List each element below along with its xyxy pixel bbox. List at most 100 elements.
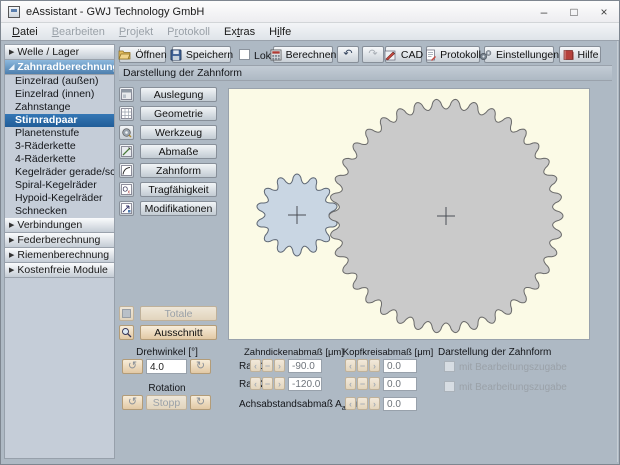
- achsabstand-input[interactable]: 0.0: [383, 397, 417, 411]
- stepper-right-button[interactable]: ›: [369, 397, 380, 410]
- werkzeug-button[interactable]: Werkzeug: [140, 125, 217, 140]
- stepper-mid-button[interactable]: −: [262, 377, 273, 390]
- lokal-checkbox[interactable]: [239, 49, 250, 60]
- stepper-mid-button[interactable]: −: [357, 397, 368, 410]
- stepper-left-button[interactable]: ‹: [250, 359, 261, 372]
- collapsed-arrow-icon: ▶: [9, 49, 15, 56]
- rotation-ccw-button[interactable]: ↺: [122, 395, 143, 410]
- rad2-kopfkreis-stepper: ‹ − ›: [345, 377, 380, 390]
- darstellung-title: Darstellung der Zahnform: [438, 347, 552, 358]
- redo-button[interactable]: ↷: [362, 46, 384, 63]
- app-icon: [8, 5, 20, 18]
- zahnform-canvas[interactable]: [228, 88, 590, 340]
- auslegung-icon: [121, 89, 132, 100]
- open-button[interactable]: Öffnen: [118, 46, 167, 63]
- bearbeitungszugabe-checkbox-2: [444, 381, 455, 392]
- menu-projekt: Projekt: [118, 25, 154, 38]
- stepper-right-button[interactable]: ›: [274, 359, 285, 372]
- werkzeug-icon-button[interactable]: [119, 125, 134, 140]
- help-book-icon: [563, 49, 573, 60]
- protokoll-button[interactable]: Protokoll: [426, 46, 481, 63]
- undo-button[interactable]: ↶: [337, 46, 359, 63]
- kopfkreis-header: Kopfkreisabmaß [μm]: [342, 347, 434, 358]
- berechnen-button[interactable]: Berechnen: [270, 46, 336, 63]
- main-panel: Öffnen Speichern Lokal Berechnen ↶ ↷ CAD…: [116, 41, 618, 462]
- stepper-right-button[interactable]: ›: [369, 359, 380, 372]
- sidebar-item-3-raederkette[interactable]: 3-Räderkette: [5, 140, 114, 153]
- sidebar-section-verbindungen[interactable]: ▶ Verbindungen: [5, 218, 114, 233]
- sidebar-item-hypoid-kegelraeder[interactable]: Hypoid-Kegelräder: [5, 192, 114, 205]
- stepper-mid-button[interactable]: −: [262, 359, 273, 372]
- stepper-left-button[interactable]: ‹: [345, 359, 356, 372]
- rotate-cw-button[interactable]: ↻: [190, 359, 211, 374]
- cad-icon: [384, 50, 396, 60]
- maximize-button[interactable]: □: [559, 1, 589, 23]
- sidebar-item-planetenstufe[interactable]: Planetenstufe: [5, 127, 114, 140]
- menubar: Datei Bearbeiten Projekt Protokoll Extra…: [1, 23, 619, 41]
- sidebar-section-kostenfreie-module[interactable]: ▶ Kostenfreie Module: [5, 263, 114, 278]
- sidebar-section-riemenberechnung[interactable]: ▶ Riemenberechnung: [5, 248, 114, 263]
- zahnform-icon-button[interactable]: [119, 163, 134, 178]
- totale-icon-button: [119, 306, 134, 321]
- stepper-left-button[interactable]: ‹: [250, 377, 261, 390]
- sidebar-section-welle-lager[interactable]: ▶ Welle / Lager: [5, 45, 114, 60]
- rad1-kopfkreis-input[interactable]: 0.0: [383, 359, 417, 373]
- stepper-left-button[interactable]: ‹: [345, 377, 356, 390]
- stepper-right-button[interactable]: ›: [369, 377, 380, 390]
- ausschnitt-icon-button[interactable]: [119, 325, 134, 340]
- rad2-zahndicke-stepper: ‹ − ›: [250, 377, 285, 390]
- abmasse-button[interactable]: Abmaße: [140, 144, 217, 159]
- rotate-cw-icon: ↻: [195, 360, 206, 372]
- rotate-ccw-icon: ↺: [127, 396, 138, 408]
- cad-button[interactable]: CAD: [384, 46, 423, 63]
- sidebar-section-zahnradberechnung[interactable]: ◢ Zahnradberechnung: [5, 60, 114, 75]
- sidebar-item-schnecken[interactable]: Schnecken: [5, 205, 114, 218]
- sidebar-item-einzelrad-aussen[interactable]: Einzelrad (außen): [5, 75, 114, 88]
- redo-icon: ↷: [368, 48, 378, 60]
- sidebar-item-4-raederkette[interactable]: 4-Räderkette: [5, 153, 114, 166]
- save-button[interactable]: Speichern: [170, 46, 233, 63]
- collapsed-arrow-icon: ▶: [9, 267, 15, 274]
- calculator-icon: [270, 49, 282, 60]
- rad2-zahndicke-input[interactable]: -120.0: [288, 377, 322, 391]
- menu-extras[interactable]: Extras: [217, 26, 262, 38]
- geometrie-button[interactable]: Geometrie: [140, 106, 217, 121]
- minimize-button[interactable]: –: [529, 1, 559, 23]
- rad1-kopfkreis-stepper: ‹ − ›: [345, 359, 380, 372]
- undo-icon: ↶: [343, 48, 353, 60]
- totale-button: Totale: [140, 306, 217, 321]
- achsabstand-stepper: ‹ − ›: [345, 397, 380, 410]
- sidebar-item-spiral-kegelraeder[interactable]: Spiral-Kegelräder: [5, 179, 114, 192]
- close-button[interactable]: ×: [589, 1, 619, 23]
- titlebar: eAssistant - GWJ Technology GmbH – □ ×: [1, 1, 619, 23]
- sidebar-item-kegelraeder[interactable]: Kegelräder gerade/schräg: [5, 166, 114, 179]
- abmasse-icon-button[interactable]: [119, 144, 134, 159]
- modifikationen-button[interactable]: Modifikationen: [140, 201, 217, 216]
- stepper-left-button[interactable]: ‹: [345, 397, 356, 410]
- sidebar-item-einzelrad-innen[interactable]: Einzelrad (innen): [5, 88, 114, 101]
- tragfaehigkeit-button[interactable]: Tragfähigkeit: [140, 182, 217, 197]
- stepper-right-button[interactable]: ›: [274, 377, 285, 390]
- sidebar-item-zahnstange[interactable]: Zahnstange: [5, 101, 114, 114]
- stepper-mid-button[interactable]: −: [357, 377, 368, 390]
- geometrie-icon-button[interactable]: [119, 106, 134, 121]
- drehwinkel-input[interactable]: 4.0: [146, 359, 187, 374]
- modifikationen-icon-button[interactable]: [119, 201, 134, 216]
- rad1-zahndicke-input[interactable]: -90.0: [288, 359, 322, 373]
- rotate-ccw-button[interactable]: ↺: [122, 359, 143, 374]
- tragfaehigkeit-icon-button[interactable]: Ox: [119, 182, 134, 197]
- sidebar-section-federberechnung[interactable]: ▶ Federberechnung: [5, 233, 114, 248]
- einstellungen-button[interactable]: Einstellungen: [479, 46, 559, 63]
- sidebar-item-stirnradpaar[interactable]: Stirnradpaar: [5, 114, 114, 127]
- ausschnitt-button[interactable]: Ausschnitt: [140, 325, 217, 340]
- menu-hilfe[interactable]: Hilfe: [262, 26, 298, 38]
- hilfe-button[interactable]: Hilfe: [559, 46, 601, 63]
- stepper-mid-button[interactable]: −: [357, 359, 368, 372]
- drehwinkel-label: Drehwinkel [°]: [136, 347, 198, 358]
- rad2-kopfkreis-input[interactable]: 0.0: [383, 377, 417, 391]
- auslegung-button[interactable]: Auslegung: [140, 87, 217, 102]
- auslegung-icon-button[interactable]: [119, 87, 134, 102]
- menu-datei[interactable]: Datei: [5, 26, 45, 38]
- zahnform-button[interactable]: Zahnform: [140, 163, 217, 178]
- rotation-cw-button[interactable]: ↻: [190, 395, 211, 410]
